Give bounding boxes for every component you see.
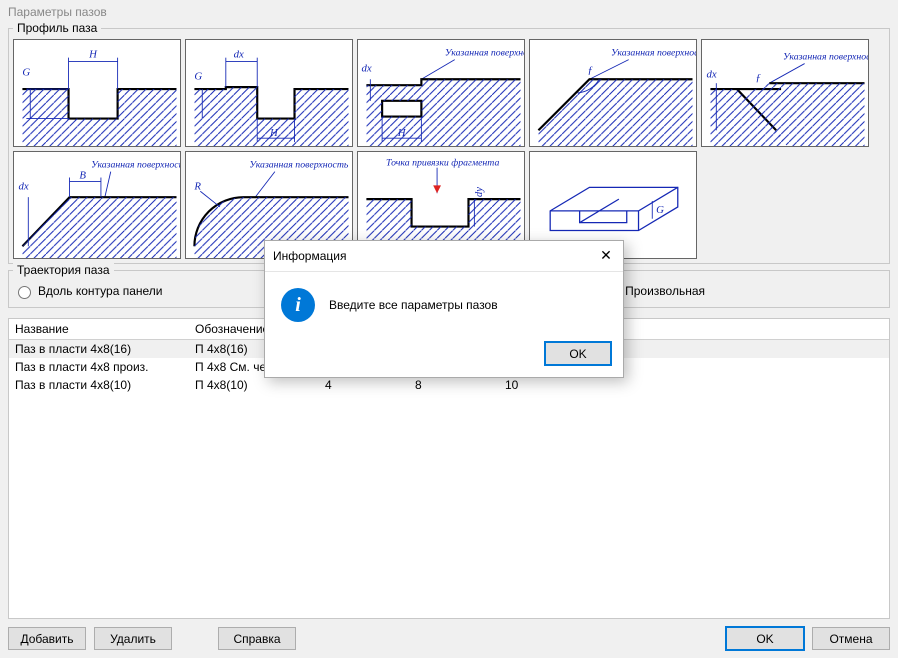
- dim-surface5: Указанная поверхность: [783, 52, 868, 63]
- table-row[interactable]: Паз в пласти 4х8(10) П 4х8(10) 4 8 10: [9, 376, 889, 394]
- dim-surface3: Указанная поверхность: [445, 48, 524, 59]
- dim-surface6: Указанная поверхность: [91, 160, 180, 171]
- dim-G9: G: [656, 204, 664, 216]
- dialog-body: i Введите все параметры пазов: [265, 272, 623, 334]
- info-dialog: Информация ✕ i Введите все параметры паз…: [264, 240, 624, 378]
- close-icon[interactable]: ✕: [597, 247, 615, 265]
- profile-rect-groove-dx[interactable]: dx G H: [185, 39, 353, 147]
- groupbox-profiles: Профиль паза: [8, 28, 890, 264]
- dim-dx5: dx: [706, 68, 716, 80]
- dim-G: G: [22, 66, 30, 78]
- cell: Паз в пласти 4х8(10): [9, 376, 189, 394]
- groupbox-trajectory-label: Траектория паза: [13, 263, 114, 277]
- ok-button[interactable]: OK: [726, 627, 804, 650]
- cell: 8: [409, 376, 499, 394]
- dim-H: H: [88, 49, 98, 61]
- dim-fi5: ƒ: [756, 72, 761, 84]
- profile-rect-groove[interactable]: H G: [13, 39, 181, 147]
- dim-surface7: Указанная поверхность: [249, 160, 349, 171]
- profile-thumbnails: H G dx: [13, 39, 885, 259]
- cell: Паз в пласти 4х8 произ.: [9, 358, 189, 376]
- dim-fragment8: Точка привязки фрагмента: [386, 158, 499, 169]
- th-name: Название: [9, 319, 189, 340]
- help-button[interactable]: Справка: [218, 627, 296, 650]
- dim-fi4: ƒ: [587, 64, 592, 76]
- dim-dx6: dx: [18, 180, 28, 192]
- profile-side-slot[interactable]: Указанная поверхность dx H: [357, 39, 525, 147]
- dim-surface4: Указанная поверхность: [611, 48, 696, 59]
- dialog-buttons: OK: [265, 334, 623, 377]
- cancel-button[interactable]: Отмена: [812, 627, 890, 650]
- dim-H3: H: [397, 127, 407, 139]
- dialog-titlebar: Информация ✕: [265, 241, 623, 272]
- profile-chamfer-dx[interactable]: Указанная поверхность dx ƒ: [701, 39, 869, 147]
- radio-free-label: Произвольная: [625, 284, 705, 298]
- dialog-ok-button[interactable]: OK: [545, 342, 611, 365]
- dim-R7: R: [193, 180, 201, 192]
- radio-contour-input[interactable]: [18, 286, 31, 299]
- dim-dy8: dy: [473, 187, 485, 197]
- cell: 4: [319, 376, 409, 394]
- profile-single-chamfer[interactable]: Указанная поверхность ƒ: [529, 39, 697, 147]
- dialog-title-text: Информация: [273, 249, 346, 263]
- cell: 10: [499, 376, 889, 394]
- window-title: Параметры пазов: [8, 5, 107, 19]
- delete-button[interactable]: Удалить: [94, 627, 172, 650]
- cell: Паз в пласти 4х8(16): [9, 340, 189, 359]
- radio-contour[interactable]: Вдоль контура панели: [13, 283, 163, 299]
- profile-chamfer-b[interactable]: Указанная поверхность B dx: [13, 151, 181, 259]
- radio-contour-label: Вдоль контура панели: [38, 284, 163, 298]
- cell: П 4х8(10): [189, 376, 319, 394]
- groupbox-profiles-label: Профиль паза: [13, 21, 101, 35]
- info-icon: i: [281, 288, 315, 322]
- dim-G2: G: [194, 70, 202, 82]
- titlebar: Параметры пазов: [0, 0, 898, 24]
- dim-B6: B: [79, 170, 86, 182]
- dim-dx3: dx: [362, 62, 372, 74]
- dialog-message: Введите все параметры пазов: [329, 298, 498, 312]
- add-button[interactable]: Добавить: [8, 627, 86, 650]
- dim-H2: H: [269, 127, 279, 139]
- dim-dx: dx: [234, 49, 244, 61]
- radio-free[interactable]: Произвольная: [625, 284, 705, 298]
- button-row: Добавить Удалить Справка OK Отмена: [8, 619, 890, 650]
